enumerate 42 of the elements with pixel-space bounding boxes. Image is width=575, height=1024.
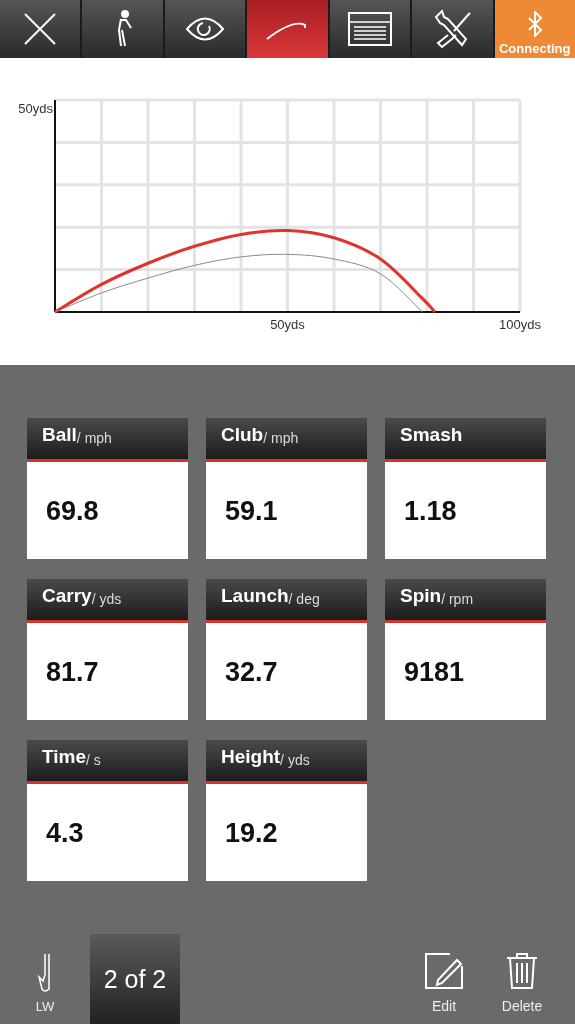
toolbar-tab[interactable] — [0, 0, 81, 58]
shot-counter: 2 of 2 — [90, 934, 180, 1024]
metric-value: 19.2 — [206, 784, 367, 881]
metric-name: Club — [221, 424, 264, 446]
toolbar-tab[interactable] — [329, 0, 411, 58]
metric-unit: / rpm — [441, 591, 474, 607]
metric-unit: / yds — [280, 752, 310, 768]
metric-name: Ball — [42, 424, 77, 446]
wedge-icon — [37, 953, 53, 993]
metric-name: Smash — [400, 424, 463, 446]
metric-unit: / mph — [263, 430, 299, 446]
list-panel-icon — [347, 12, 392, 46]
metric-value: 1.18 — [385, 462, 546, 559]
metric-name: Carry — [42, 585, 92, 607]
connection-button[interactable]: Connecting — [494, 0, 575, 58]
close-icon — [23, 12, 58, 46]
metric-name: Height — [221, 746, 281, 768]
club-button[interactable]: LW — [0, 934, 90, 1024]
metric-unit: / s — [86, 752, 101, 768]
edit-icon — [424, 952, 464, 990]
metric-value: 9181 — [385, 623, 546, 720]
axis-label: 50yds — [270, 317, 305, 332]
toolbar-tab[interactable] — [412, 0, 493, 58]
metric-value: 32.7 — [206, 623, 367, 720]
eye-icon — [185, 16, 226, 42]
toolbar-tab[interactable] — [82, 0, 163, 58]
toolbar-tab[interactable] — [164, 0, 246, 58]
axis-label: 50yds — [18, 101, 53, 116]
axis-label: 100yds — [499, 317, 541, 332]
metric-unit: / yds — [91, 591, 122, 607]
bluetooth-icon — [526, 11, 543, 37]
metric-unit: / deg — [288, 591, 320, 607]
trash-icon — [505, 952, 539, 990]
metric-unit: / mph — [76, 430, 112, 446]
metric-name: Spin — [400, 585, 442, 607]
metric-name: Launch — [221, 585, 289, 607]
metric-value: 69.8 — [27, 462, 188, 559]
metric-name: Time — [42, 746, 86, 768]
metric-value: 59.1 — [206, 462, 367, 559]
metric-value: 4.3 — [27, 784, 188, 881]
tools-icon — [432, 9, 473, 49]
metric-value: 81.7 — [27, 623, 188, 720]
